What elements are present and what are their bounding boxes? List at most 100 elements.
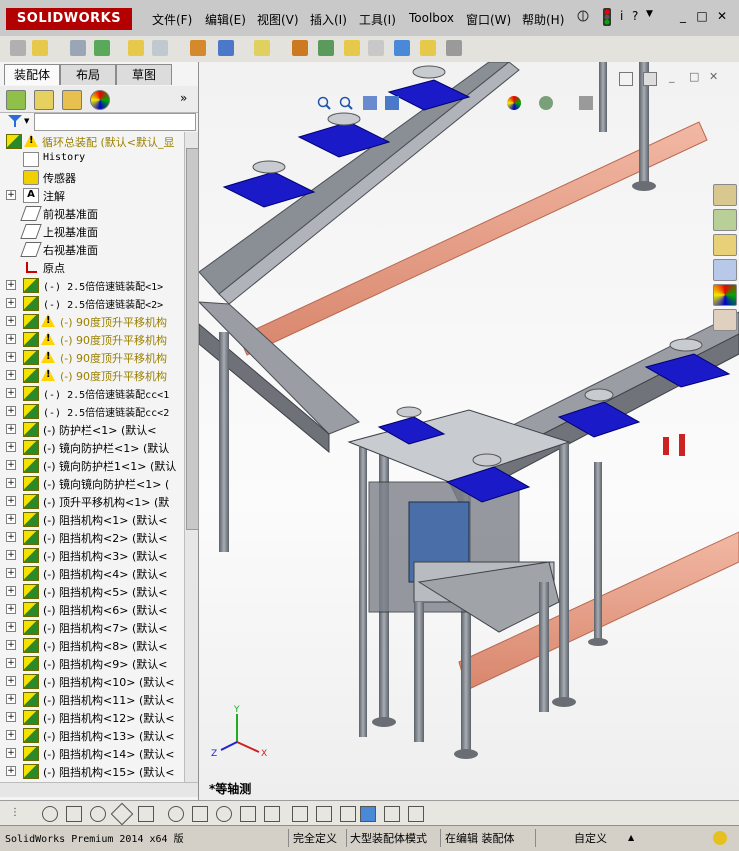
help-icon[interactable]: ?	[632, 9, 638, 23]
tree-item[interactable]: + (-) 防护栏<1> (默认<	[0, 420, 184, 438]
rebuild-icon[interactable]	[70, 40, 86, 56]
feature-tree-icon[interactable]	[6, 90, 26, 110]
tree-item[interactable]: + (-) 镜向防护栏1<1> (默认	[0, 456, 184, 474]
menu-item[interactable]: 窗口(W)	[466, 11, 511, 28]
expand-icon[interactable]: +	[6, 298, 16, 308]
interference-icon[interactable]	[344, 40, 360, 56]
mate-icon[interactable]	[152, 40, 168, 56]
expand-icon[interactable]: +	[6, 334, 16, 344]
exploded-view-icon[interactable]	[318, 40, 334, 56]
expand-icon[interactable]: +	[6, 478, 16, 488]
circle-icon[interactable]	[42, 806, 58, 822]
line-icon[interactable]	[66, 806, 82, 822]
tree-item[interactable]: + (-) 镜向防护栏<1> (默认	[0, 438, 184, 456]
viewport-close-button[interactable]: ✕	[709, 70, 718, 83]
tree-item[interactable]: + (-) 2.5倍倍速链装配<2>	[0, 294, 184, 312]
expand-icon[interactable]: +	[6, 496, 16, 506]
hole-wizard-icon[interactable]	[368, 40, 384, 56]
tree-item[interactable]: + A 注解	[0, 186, 184, 204]
expand-icon[interactable]: +	[6, 514, 16, 524]
minimize-button[interactable]: _	[675, 9, 691, 23]
tree-item[interactable]: + (-) 阻挡机构<9> (默认<	[0, 654, 184, 672]
expand-panel-icon[interactable]: »	[180, 91, 187, 105]
tree-item[interactable]: History	[0, 150, 184, 168]
expand-icon[interactable]: +	[6, 280, 16, 290]
expand-icon[interactable]: +	[6, 712, 16, 722]
expand-icon[interactable]: +	[6, 352, 16, 362]
tree-item[interactable]: + (-) 阻挡机构<12> (默认<	[0, 708, 184, 726]
tree-item[interactable]: + (-) 2.5倍倍速链装配cc<1	[0, 384, 184, 402]
close-button[interactable]: ✕	[714, 9, 730, 23]
new-document-icon[interactable]	[10, 40, 26, 56]
settings-gear-icon[interactable]	[292, 40, 308, 56]
expand-icon[interactable]: +	[6, 190, 16, 200]
expand-icon[interactable]: +	[6, 640, 16, 650]
tree-item[interactable]: + (-) 阻挡机构<13> (默认<	[0, 726, 184, 744]
expand-icon[interactable]: +	[6, 460, 16, 470]
solidworks-resources-icon[interactable]	[713, 184, 737, 206]
viewport-restore-button[interactable]: □	[689, 70, 699, 83]
tree-item[interactable]: + (-) 阻挡机构<15> (默认<	[0, 762, 184, 780]
shaded-display-icon[interactable]	[360, 806, 376, 822]
tree-item[interactable]: + (-) 阻挡机构<3> (默认<	[0, 546, 184, 564]
tree-item[interactable]: + (-) 阻挡机构<4> (默认<	[0, 564, 184, 582]
design-library-icon[interactable]	[713, 209, 737, 231]
smart-dimension-icon[interactable]	[292, 806, 308, 822]
tree-root[interactable]: 循环总装配 (默认<默认_显	[0, 132, 184, 150]
menu-item[interactable]: 视图(V)	[257, 11, 299, 28]
viewport-minimize-button[interactable]: _	[669, 70, 675, 83]
tree-item[interactable]: + (-) 90度顶升平移机构	[0, 366, 184, 384]
offset-icon[interactable]	[192, 806, 208, 822]
tree-item[interactable]: 原点	[0, 258, 184, 276]
viewport-split-icon[interactable]	[643, 72, 657, 86]
expand-icon[interactable]: +	[6, 370, 16, 380]
traffic-light-icon[interactable]	[602, 8, 612, 26]
expand-icon[interactable]: +	[6, 550, 16, 560]
scrollbar-thumb[interactable]	[186, 148, 199, 530]
expand-icon[interactable]: +	[6, 442, 16, 452]
filter-input[interactable]	[34, 113, 196, 131]
graphics-viewport[interactable]: Y X Z _ □ ✕ *等轴测	[199, 62, 739, 800]
chevron-down-icon[interactable]: ▼	[24, 117, 29, 125]
zoom-area-icon[interactable]	[339, 96, 353, 113]
tree-item[interactable]: + (-) 阻挡机构<14> (默认<	[0, 744, 184, 762]
split-horizontal-icon[interactable]	[384, 806, 400, 822]
tree-item[interactable]: + (-) 2.5倍倍速链装配cc<2	[0, 402, 184, 420]
open-folder-icon[interactable]	[32, 40, 48, 56]
units-custom[interactable]: 自定义	[574, 830, 607, 846]
expand-icon[interactable]: +	[6, 604, 16, 614]
menu-item[interactable]: 编辑(E)	[205, 11, 246, 28]
move-component-icon[interactable]	[218, 40, 234, 56]
zoom-to-fit-icon[interactable]	[317, 96, 331, 113]
tree-item[interactable]: + (-) 阻挡机构<10> (默认<	[0, 672, 184, 690]
expand-icon[interactable]: +	[6, 424, 16, 434]
expand-icon[interactable]: +	[6, 388, 16, 398]
expand-icon[interactable]: +	[6, 766, 16, 776]
assembly-toolbar-icon[interactable]	[94, 40, 110, 56]
view-palette-icon[interactable]	[713, 259, 737, 281]
expand-icon[interactable]: +	[6, 568, 16, 578]
filter-icon[interactable]	[8, 115, 22, 130]
options-gear-icon[interactable]	[190, 40, 206, 56]
trim-icon[interactable]	[110, 802, 134, 826]
convert-icon[interactable]	[216, 806, 232, 822]
extend-icon[interactable]	[240, 806, 256, 822]
appearance-icon[interactable]	[507, 96, 521, 110]
insert-component-icon[interactable]	[128, 40, 144, 56]
info-icon[interactable]: i	[620, 9, 623, 23]
tree-item[interactable]: + (-) 90度顶升平移机构	[0, 348, 184, 366]
split-quad-icon[interactable]	[408, 806, 424, 822]
property-manager-icon[interactable]	[34, 90, 54, 110]
menu-item[interactable]: 文件(F)	[152, 11, 192, 28]
tree-item[interactable]: + (-) 阻挡机构<11> (默认<	[0, 690, 184, 708]
tree-item[interactable]: + (-) 阻挡机构<2> (默认<	[0, 528, 184, 546]
tree-item[interactable]: + (-) 阻挡机构<6> (默认<	[0, 600, 184, 618]
fillet-icon[interactable]	[168, 806, 184, 822]
pin-icon[interactable]	[576, 9, 590, 23]
toolbox-icon[interactable]	[446, 40, 462, 56]
tree-item[interactable]: + (-) 阻挡机构<5> (默认<	[0, 582, 184, 600]
tab-layout[interactable]: 布局	[60, 64, 116, 85]
mass-properties-icon[interactable]	[420, 40, 436, 56]
tree-item[interactable]: 右视基准面	[0, 240, 184, 258]
configuration-manager-icon[interactable]	[62, 90, 82, 110]
